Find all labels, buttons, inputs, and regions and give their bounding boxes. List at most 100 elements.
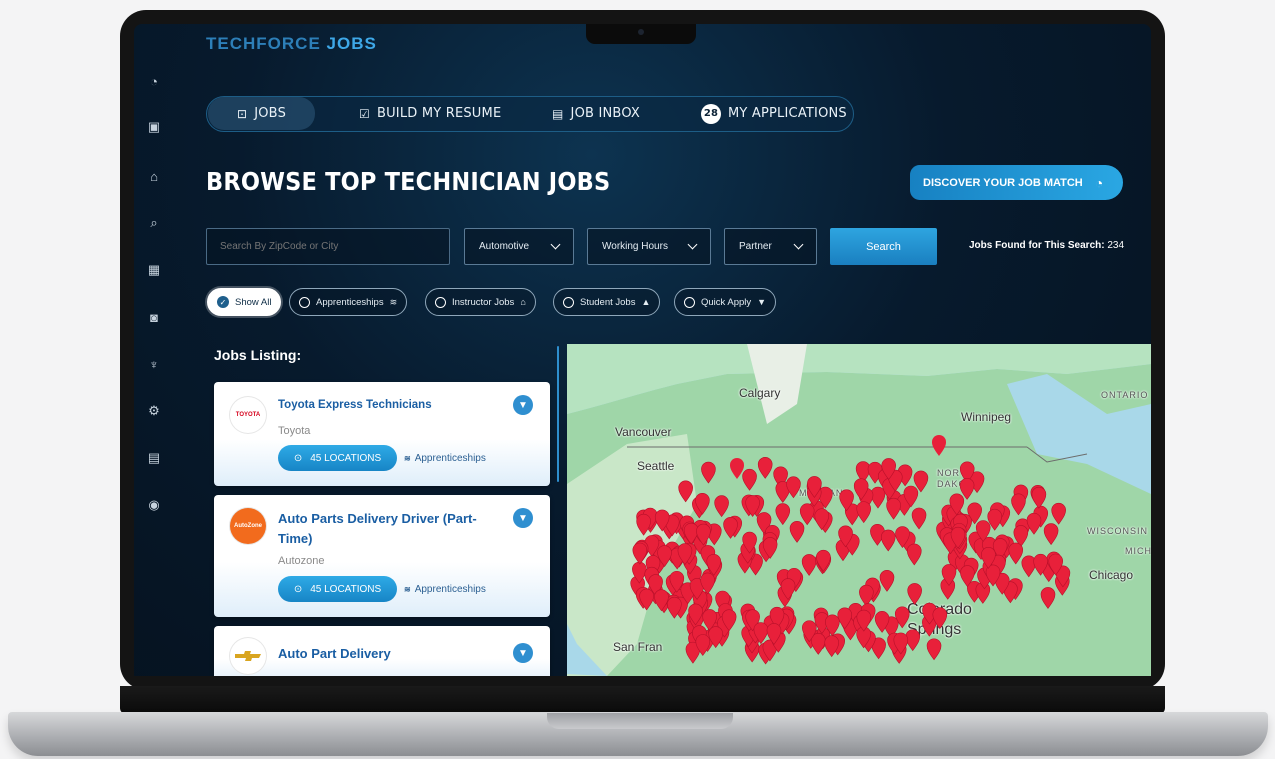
job-type-tag: ≋ Apprenticeships (404, 584, 486, 595)
play-settings-icon[interactable]: ⚙ (145, 402, 163, 420)
chip-instructor-jobs-label: Instructor Jobs (452, 296, 515, 308)
map-marker-icon[interactable] (1008, 542, 1024, 565)
map-marker-icon[interactable] (632, 542, 648, 565)
jobs-listing-title: Jobs Listing: (214, 347, 302, 363)
category-select[interactable]: Automotive (464, 228, 574, 265)
map-marker-icon[interactable] (932, 435, 946, 456)
map-marker-icon[interactable] (786, 476, 801, 499)
chip-instructor-jobs[interactable]: Instructor Jobs ⌂ (425, 288, 536, 316)
wallet-icon[interactable]: ◙ (145, 308, 163, 326)
map-marker-icon[interactable] (775, 503, 791, 526)
autozone-logo: AutoZone (230, 508, 266, 544)
locations-count: 45 LOCATIONS (310, 583, 382, 595)
map-marker-icon[interactable] (856, 501, 872, 524)
map-marker-icon[interactable] (799, 503, 815, 526)
radio-icon (435, 296, 446, 308)
tab-job-inbox[interactable]: ▤ JOB INBOX (552, 97, 640, 130)
apprenticeship-icon: ≋ (404, 585, 411, 594)
tab-build-resume[interactable]: ☑ BUILD MY RESUME (359, 97, 501, 130)
map-marker-icon[interactable] (757, 457, 773, 479)
map-marker-icon[interactable] (678, 480, 693, 503)
search-person-icon[interactable]: ⌕ (145, 214, 163, 232)
page-title: BROWSE TOP TECHNICIAN JOBS (206, 167, 611, 196)
brand-logo[interactable]: TECHFORCE JOBS (206, 34, 377, 54)
partner-select-value: Partner (739, 241, 772, 252)
partner-select[interactable]: Partner (724, 228, 817, 265)
dashboard-icon[interactable]: ◔ (145, 72, 163, 90)
map-marker-icon[interactable] (1011, 493, 1026, 516)
apprenticeship-icon: ≋ (389, 296, 398, 307)
chip-quick-apply-label: Quick Apply (701, 296, 752, 308)
chip-student-jobs[interactable]: Student Jobs ▲ (553, 288, 661, 316)
map-marker-icon[interactable] (730, 458, 744, 479)
chevron-down-icon (793, 239, 804, 250)
job-card[interactable]: TOYOTA Toyota Express Technicians Toyota… (214, 382, 550, 486)
map-marker-icon[interactable] (907, 583, 922, 605)
jobs-found-value: 234 (1107, 240, 1125, 251)
map-marker-icon[interactable] (906, 543, 922, 566)
job-title[interactable]: Toyota Express Technicians (278, 399, 432, 411)
jobs-map[interactable]: Calgary Winnipeg Vancouver Seattle MONTA… (567, 344, 1151, 676)
chevron-down-icon (687, 239, 698, 250)
job-type-label: Apprenticeships (414, 584, 486, 595)
certificate-icon[interactable]: ▤ (145, 449, 163, 467)
map-marker-icon[interactable] (879, 570, 895, 592)
location-pin-icon: ⊙ (293, 452, 303, 464)
instructor-icon: ⌂ (520, 297, 526, 307)
job-title[interactable]: Auto Parts Delivery Driver (Part-Time) (278, 509, 498, 549)
map-marker-icon[interactable] (926, 638, 942, 661)
map-marker-icon[interactable] (701, 461, 716, 484)
brand-suffix: JOBS (326, 34, 377, 53)
chevrolet-bowtie-icon (235, 651, 261, 661)
resume-edit-icon: ☑ (359, 106, 370, 121)
job-card[interactable]: AutoZone Auto Parts Delivery Driver (Par… (214, 495, 550, 617)
tab-jobs[interactable]: ⊡ JOBS (208, 97, 315, 130)
listing-scrollbar[interactable] (557, 346, 559, 482)
tab-my-applications-label: MY APPLICATIONS (728, 106, 847, 121)
job-type-tag: ≋ Apprenticeships (404, 453, 486, 464)
map-marker-icon[interactable] (911, 507, 927, 530)
map-marker-icon[interactable] (810, 633, 826, 655)
chip-quick-apply[interactable]: Quick Apply ▼ (674, 288, 777, 316)
map-marker-icon[interactable] (1026, 512, 1042, 535)
map-marker-icon[interactable] (870, 486, 886, 509)
discover-job-match-button[interactable]: DISCOVER YOUR JOB MATCH ◔ (910, 165, 1123, 200)
search-button[interactable]: Search (830, 228, 937, 265)
tab-build-resume-label: BUILD MY RESUME (376, 106, 502, 121)
map-marker-icon[interactable] (886, 497, 901, 520)
brand-prefix: TECHFORCE (206, 34, 321, 53)
chip-apprenticeships-label: Apprenticeships (316, 296, 384, 308)
map-marker-icon[interactable] (1043, 523, 1059, 546)
school-icon[interactable]: ⌂ (145, 167, 163, 185)
shop-icon[interactable]: ▦ (145, 261, 163, 279)
map-marker-icon[interactable] (742, 468, 757, 491)
map-marker-icon[interactable] (880, 529, 896, 552)
company-name: Toyota (278, 425, 311, 437)
tab-my-applications[interactable]: 28 MY APPLICATIONS (701, 97, 847, 130)
chip-apprenticeships[interactable]: Apprenticeships ≋ (289, 288, 408, 316)
profile-card-icon[interactable]: ▣ (145, 118, 163, 136)
map-marker-icon[interactable] (1040, 587, 1056, 609)
laptop-mockup: ◔ ▣ ⌂ ⌕ ▦ ◙ ♆ ⚙ ▤ ◉ TECHFORCE JOBS ⊡ JOB… (0, 0, 1275, 759)
search-input[interactable] (206, 228, 450, 265)
account-icon[interactable]: ◉ (145, 496, 163, 514)
locations-count: 45 LOCATIONS (310, 452, 382, 464)
locations-button[interactable]: ⊙ 45 LOCATIONS (278, 576, 397, 602)
working-hours-select[interactable]: Working Hours (587, 228, 711, 265)
map-marker-icon[interactable] (1051, 502, 1066, 525)
job-card[interactable]: Auto Part Delivery ▼ (214, 626, 550, 676)
chip-show-all[interactable]: ✓ Show All (207, 288, 282, 316)
job-title[interactable]: Auto Part Delivery (278, 646, 391, 661)
map-marker-icon[interactable] (859, 584, 874, 607)
radio-icon (563, 296, 574, 308)
map-marker-icon[interactable] (801, 554, 817, 576)
map-marker-icon[interactable] (1031, 486, 1047, 509)
locations-button[interactable]: ⊙ 45 LOCATIONS (278, 445, 397, 471)
map-marker-icon[interactable] (714, 495, 729, 518)
trophy-icon[interactable]: ♆ (145, 355, 163, 373)
map-marker-icon[interactable] (789, 521, 805, 543)
category-select-value: Automotive (479, 241, 530, 252)
chip-show-all-label: Show All (235, 296, 272, 308)
map-marker-icon[interactable] (636, 513, 651, 536)
sidebar: ◔ ▣ ⌂ ⌕ ▦ ◙ ♆ ⚙ ▤ ◉ (134, 24, 174, 676)
